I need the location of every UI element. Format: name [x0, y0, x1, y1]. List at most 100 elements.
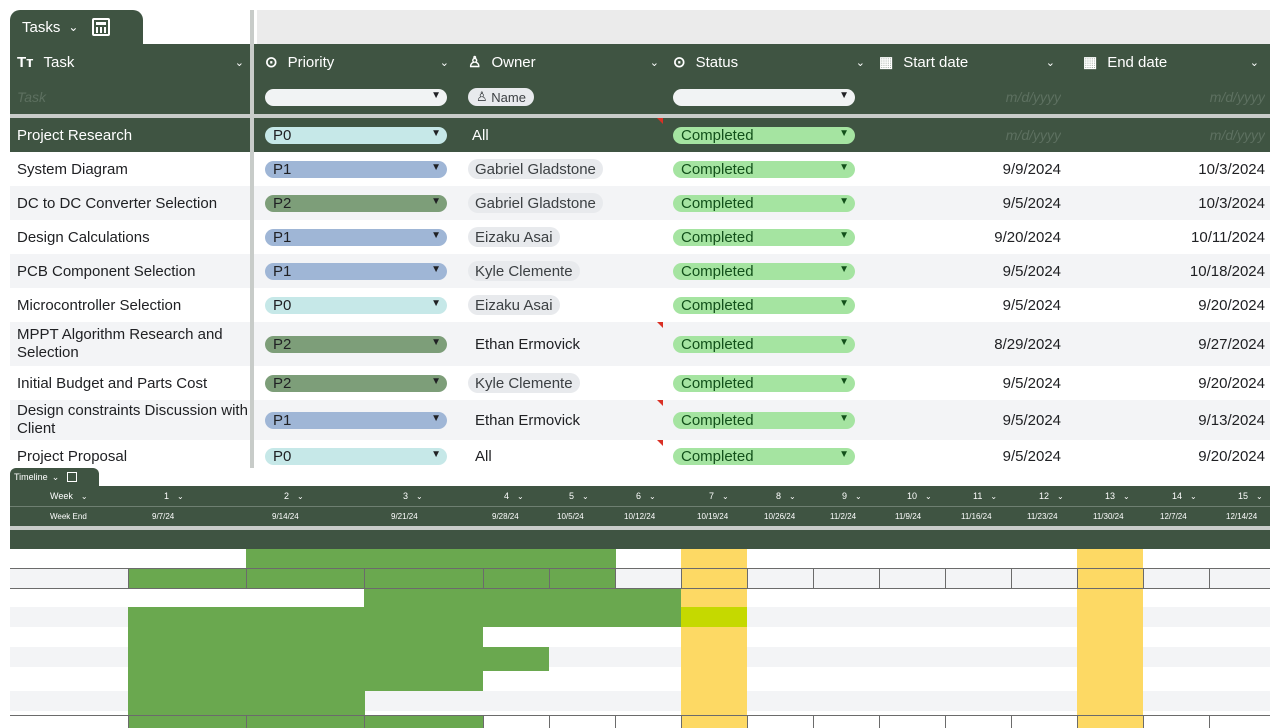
section-row-project-research[interactable]: Project Research P0 All Completed m/d/yy… [10, 118, 1270, 152]
table-row[interactable]: Microcontroller Selection P0 Eizaku Asai Co… [10, 288, 1270, 322]
status-filter-select[interactable] [673, 88, 855, 106]
priority-select[interactable]: P1 [265, 262, 447, 280]
column-header-end[interactable]: ▦ End date ⌄ [1071, 44, 1265, 80]
start-date-value[interactable]: m/d/yyyy [1006, 127, 1061, 143]
week-column-header[interactable]: 4 ⌄ [504, 486, 524, 506]
end-date-value[interactable]: 9/20/2024 [1198, 297, 1265, 314]
table-row[interactable]: PCB Component Selection P1 Kyle Clemente Co… [10, 254, 1270, 288]
status-select[interactable]: Completed [673, 447, 855, 465]
task-name[interactable]: Design Calculations [17, 229, 150, 246]
owner-filter-chip[interactable]: ♙ Name [468, 88, 534, 106]
status-select[interactable]: Completed [673, 335, 855, 353]
priority-select[interactable]: P0 [265, 447, 447, 465]
end-date-filter[interactable]: m/d/yyyy [1210, 89, 1265, 105]
end-date-value[interactable]: 9/27/2024 [1198, 336, 1265, 353]
chevron-down-icon[interactable]: ⌄ [68, 20, 78, 34]
week-column-header[interactable]: 11 ⌄ [973, 486, 997, 506]
start-date-value[interactable]: 9/9/2024 [1003, 161, 1061, 178]
start-date-value[interactable]: 9/5/2024 [1003, 375, 1061, 392]
table-row[interactable]: MPPT Algorithm Research and Selection P2 E… [10, 322, 1270, 366]
priority-filter-select[interactable] [265, 88, 447, 106]
status-select[interactable]: Completed [673, 296, 855, 314]
task-name[interactable]: Design constraints Discussion with Clien… [17, 402, 250, 438]
calculator-icon[interactable] [92, 18, 111, 36]
end-date-value[interactable]: 9/20/2024 [1198, 375, 1265, 392]
chevron-down-icon[interactable]: ⌄ [856, 56, 865, 69]
status-select[interactable]: Completed [673, 228, 855, 246]
sheet-tab-timeline[interactable]: Timeline ⌄ [10, 468, 99, 486]
table-row[interactable]: Design constraints Discussion with Clien… [10, 400, 1270, 440]
sheet-tab-tasks[interactable]: Tasks ⌄ [10, 10, 143, 44]
week-column-header[interactable]: 8 ⌄ [776, 486, 796, 506]
end-date-value[interactable]: 9/13/2024 [1198, 412, 1265, 429]
task-name[interactable]: PCB Component Selection [17, 263, 195, 280]
table-row[interactable]: DC to DC Converter Selection P2 Gabriel Gl… [10, 186, 1270, 220]
start-date-value[interactable]: 8/29/2024 [994, 336, 1061, 353]
week-column-header[interactable]: 1 ⌄ [164, 486, 184, 506]
task-name[interactable]: Initial Budget and Parts Cost [17, 375, 207, 392]
week-column-header[interactable]: 5 ⌄ [569, 486, 589, 506]
priority-select[interactable]: P1 [265, 160, 447, 178]
table-row[interactable]: System Diagram P1 Gabriel Gladstone Complet… [10, 152, 1270, 186]
end-date-value[interactable]: 10/11/2024 [1191, 229, 1265, 246]
status-select[interactable]: Completed [673, 411, 855, 429]
owner-chip[interactable]: Kyle Clemente [468, 261, 580, 281]
owner-chip[interactable]: Eizaku Asai [468, 227, 560, 247]
week-column-header[interactable]: 14 ⌄ [1172, 486, 1197, 506]
owner-chip[interactable]: Gabriel Gladstone [468, 193, 603, 213]
owner-chip[interactable]: Kyle Clemente [468, 373, 580, 393]
task-name[interactable]: System Diagram [17, 161, 128, 178]
chevron-down-icon[interactable]: ⌄ [235, 56, 244, 69]
week-column-header[interactable]: 13 ⌄ [1105, 486, 1130, 506]
priority-select[interactable]: P2 [265, 374, 447, 392]
priority-select[interactable]: P1 [265, 228, 447, 246]
task-name[interactable]: Microcontroller Selection [17, 297, 181, 314]
chevron-down-icon[interactable]: ⌄ [1250, 56, 1259, 69]
start-date-value[interactable]: 9/20/2024 [994, 229, 1061, 246]
status-select[interactable]: Completed [673, 160, 855, 178]
end-date-value[interactable]: m/d/yyyy [1210, 127, 1265, 143]
start-date-value[interactable]: 9/5/2024 [1003, 412, 1061, 429]
owner-chip[interactable]: Eizaku Asai [468, 295, 560, 315]
week-column-header[interactable]: 12 ⌄ [1039, 486, 1064, 506]
week-column-header[interactable]: 15 ⌄ [1238, 486, 1263, 506]
task-filter-input[interactable]: Task [17, 89, 46, 105]
end-date-value[interactable]: 10/18/2024 [1190, 263, 1265, 280]
week-column-header[interactable]: 6 ⌄ [636, 486, 656, 506]
week-column-header[interactable]: 10 ⌄ [907, 486, 932, 506]
start-date-value[interactable]: 9/5/2024 [1003, 448, 1061, 465]
table-row[interactable]: Project Proposal P0 All Completed 9/5/2024 9/… [10, 440, 1270, 472]
task-name[interactable]: DC to DC Converter Selection [17, 195, 217, 212]
week-column-header[interactable]: 3 ⌄ [403, 486, 423, 506]
start-date-value[interactable]: 9/5/2024 [1003, 297, 1061, 314]
start-date-filter[interactable]: m/d/yyyy [1006, 89, 1061, 105]
week-column-header[interactable]: 9 ⌄ [842, 486, 862, 506]
status-select[interactable]: Completed [673, 126, 855, 144]
week-column-header[interactable]: 2 ⌄ [284, 486, 304, 506]
status-select[interactable]: Completed [673, 262, 855, 280]
priority-select[interactable]: P2 [265, 335, 447, 353]
status-select[interactable]: Completed [673, 374, 855, 392]
owner-chip[interactable]: Gabriel Gladstone [468, 159, 603, 179]
column-header-start[interactable]: ▦ Start date ⌄ [871, 44, 1061, 80]
priority-select[interactable]: P2 [265, 194, 447, 212]
task-name[interactable]: MPPT Algorithm Research and Selection [17, 326, 250, 362]
chevron-down-icon[interactable]: ⌄ [440, 56, 449, 69]
chevron-down-icon[interactable]: ⌄ [52, 472, 60, 483]
chevron-down-icon[interactable]: ⌄ [650, 56, 659, 69]
table-row[interactable]: Design Calculations P1 Eizaku Asai Complete… [10, 220, 1270, 254]
column-header-owner[interactable]: ♙ Owner ⌄ [465, 44, 665, 80]
calculator-icon[interactable] [67, 472, 78, 482]
chevron-down-icon[interactable]: ⌄ [1046, 56, 1055, 69]
table-row[interactable]: Initial Budget and Parts Cost P2 Kyle Clem… [10, 366, 1270, 400]
task-name[interactable]: Project Proposal [17, 448, 127, 465]
priority-select[interactable]: P0 [265, 126, 447, 144]
priority-select[interactable]: P1 [265, 411, 447, 429]
column-header-priority[interactable]: ⊙ Priority ⌄ [257, 44, 455, 80]
start-date-value[interactable]: 9/5/2024 [1003, 263, 1061, 280]
end-date-value[interactable]: 9/20/2024 [1198, 448, 1265, 465]
status-select[interactable]: Completed [673, 194, 855, 212]
priority-select[interactable]: P0 [265, 296, 447, 314]
column-header-task[interactable]: Tт Task ⌄ [10, 44, 250, 80]
end-date-value[interactable]: 10/3/2024 [1198, 161, 1265, 178]
